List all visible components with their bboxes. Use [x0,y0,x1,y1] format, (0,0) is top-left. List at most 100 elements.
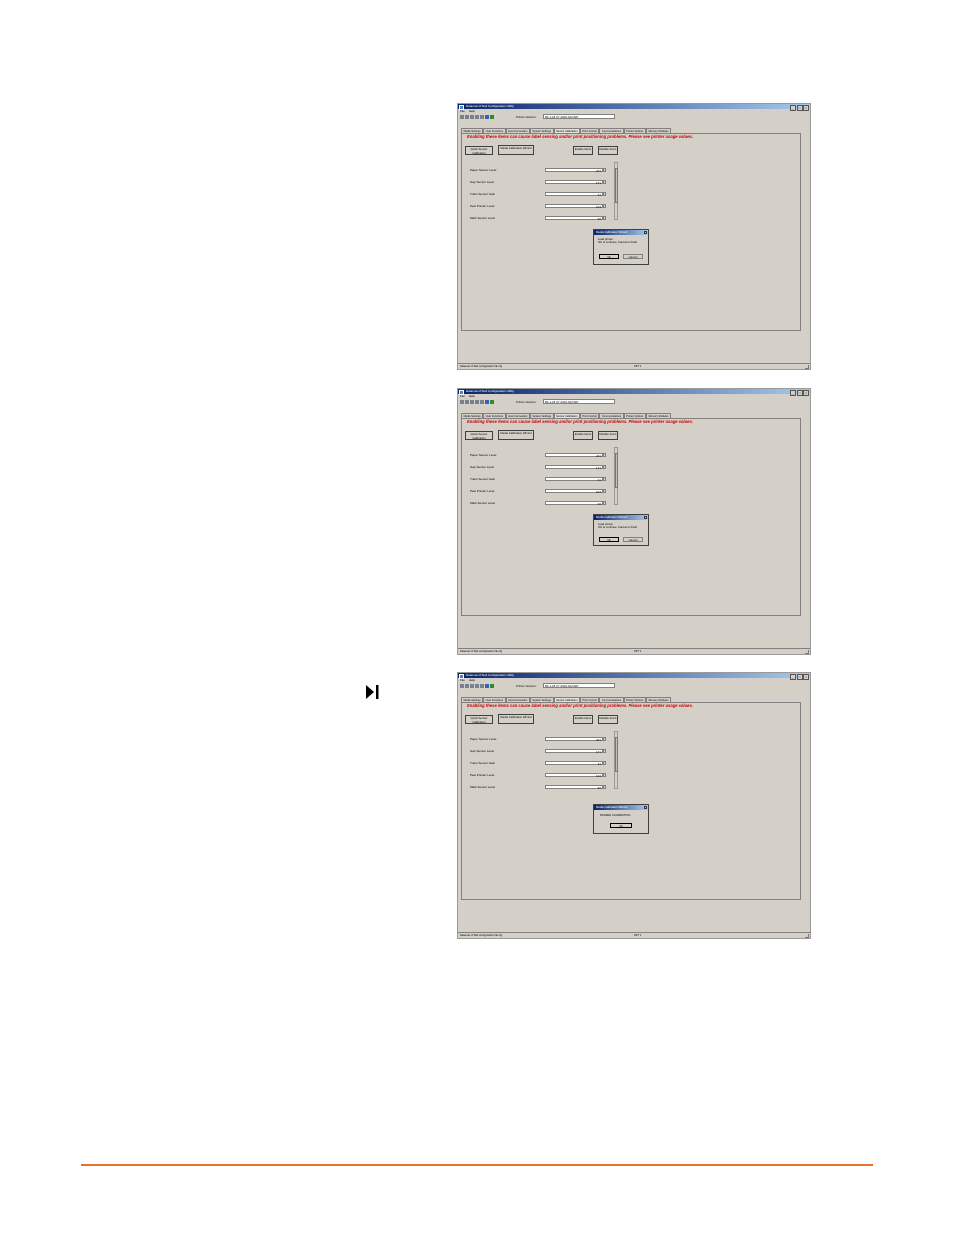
paper-sensor-spinner[interactable] [603,737,606,741]
quick-calibration-button[interactable]: Quick Sensor Calibration [465,715,493,724]
peel-pointer-spinner[interactable] [603,489,606,493]
vertical-scrollbar[interactable] [614,731,618,789]
peel-pointer-field[interactable]: 104 [545,204,603,209]
menu-help[interactable]: Help [469,394,475,398]
trans-gain-spinner[interactable] [603,192,606,196]
gap-sensor-field[interactable]: 171 [545,180,603,185]
menu-file[interactable]: File [460,678,465,682]
maximize-icon[interactable]: □ [796,104,803,111]
paper-sensor-field[interactable]: 221 [545,453,603,458]
paper-sensor-spinner[interactable] [603,168,606,172]
send-icon[interactable] [490,684,494,688]
enable-items-button[interactable]: Enable Items [573,431,593,440]
menu-file[interactable]: File [460,109,465,113]
minimize-icon[interactable]: _ [790,389,796,396]
peel-pointer-spinner[interactable] [603,204,606,208]
quick-calibration-button[interactable]: Quick Sensor Calibration [465,431,493,440]
peel-pointer-spinner[interactable] [603,773,606,777]
gap-sensor-field[interactable]: 171 [545,465,603,470]
trans-gain-field[interactable]: 31 [545,477,603,482]
status-bar: Datamax-O'Neil configuration file.cfg NPT… [458,932,810,938]
scroll-thumb[interactable] [615,737,618,772]
dialog-close-icon[interactable] [643,805,647,809]
close-icon[interactable]: × [803,389,809,396]
trans-gain-field[interactable]: 31 [545,192,603,197]
print-icon[interactable] [470,684,474,688]
menu-file[interactable]: File [460,394,465,398]
enable-items-button[interactable]: Enable Items [573,146,593,155]
send-icon[interactable] [490,115,494,119]
menu-help[interactable]: Help [469,678,475,682]
mark-sensor-spinner[interactable] [603,216,606,220]
paper-sensor-spinner[interactable] [603,453,606,457]
disable-items-button[interactable]: Disable Items [598,715,618,724]
minimize-icon[interactable]: _ [790,104,796,111]
resize-grip[interactable] [805,650,809,654]
copy-icon[interactable] [475,400,479,404]
save-icon[interactable] [465,400,469,404]
vertical-scrollbar[interactable] [614,162,618,220]
copy-icon[interactable] [475,115,479,119]
copy-icon[interactable] [475,684,479,688]
maximize-icon[interactable]: □ [796,673,803,680]
scroll-thumb[interactable] [615,168,618,203]
peel-pointer-label: Peel Pointer Level [470,204,495,208]
mark-sensor-label: Mark Sensor Level [470,216,496,220]
vertical-scrollbar[interactable] [614,447,618,505]
disable-items-button[interactable]: Disable Items [598,146,618,155]
scroll-thumb[interactable] [615,453,618,488]
open-icon[interactable] [460,115,464,119]
print-icon[interactable] [470,115,474,119]
dialog-ok-button[interactable]: Ok [599,254,619,259]
mark-sensor-field[interactable]: 40 [545,216,603,221]
minimize-icon[interactable]: _ [790,673,796,680]
menu-help[interactable]: Help [469,109,475,113]
close-icon[interactable]: × [803,104,809,111]
dialog-message-2: OK to continue, Cancel to finish [598,240,638,245]
enable-items-button[interactable]: Enable Items [573,715,593,724]
gap-sensor-spinner[interactable] [603,749,606,753]
dialog-cancel-button[interactable]: Cancel [623,537,643,542]
quick-calibration-button[interactable]: Quick Sensor Calibration [465,146,493,155]
paste-icon[interactable] [480,115,484,119]
dialog-ok-button[interactable]: Ok [599,537,619,542]
calibration-wizard-button[interactable]: Media Calibration Wizard [498,145,534,155]
connect-icon[interactable] [485,684,489,688]
open-icon[interactable] [460,684,464,688]
mark-sensor-spinner[interactable] [603,785,606,789]
resize-grip[interactable] [805,934,809,938]
print-icon[interactable] [470,400,474,404]
open-icon[interactable] [460,400,464,404]
connect-icon[interactable] [485,115,489,119]
calibration-wizard-button[interactable]: Media Calibration Wizard [498,714,534,724]
gap-sensor-spinner[interactable] [603,180,606,184]
gap-sensor-spinner[interactable] [603,465,606,469]
dialog-close-icon[interactable] [643,230,647,234]
peel-pointer-field[interactable]: 104 [545,773,603,778]
trans-gain-spinner[interactable] [603,761,606,765]
save-icon[interactable] [465,684,469,688]
paper-sensor-field[interactable]: 221 [545,737,603,742]
paper-sensor-field[interactable]: 221 [545,168,603,173]
next-arrow-icon [366,685,379,699]
paste-icon[interactable] [480,400,484,404]
trans-gain-field[interactable]: 31 [545,761,603,766]
trans-gain-spinner[interactable] [603,477,606,481]
resize-grip[interactable] [805,365,809,369]
disable-items-button[interactable]: Disable Items [598,431,618,440]
peel-pointer-field[interactable]: 104 [545,489,603,494]
mark-sensor-field[interactable]: 40 [545,501,603,506]
calibration-wizard-button[interactable]: Media Calibration Wizard [498,430,534,440]
close-icon[interactable]: × [803,673,809,680]
gap-sensor-field[interactable]: 171 [545,749,603,754]
dialog-cancel-button[interactable]: Cancel [623,254,643,259]
maximize-icon[interactable]: □ [796,389,803,396]
connect-icon[interactable] [485,400,489,404]
save-icon[interactable] [465,115,469,119]
dialog-close-icon[interactable] [643,515,647,519]
send-icon[interactable] [490,400,494,404]
paste-icon[interactable] [480,684,484,688]
mark-sensor-spinner[interactable] [603,501,606,505]
mark-sensor-field[interactable]: 40 [545,785,603,790]
dialog-ok-button[interactable]: Ok [610,823,632,828]
